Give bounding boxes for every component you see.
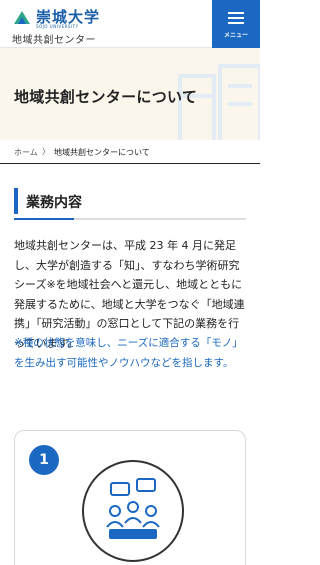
section-heading: 業務内容 (14, 188, 246, 220)
breadcrumb-home-link[interactable]: ホーム (14, 147, 38, 158)
breadcrumb: ホーム 〉 地域共創センターについて (0, 140, 260, 164)
card-number-badge: 1 (29, 445, 59, 475)
heading-accent-bar (14, 188, 18, 214)
meeting-people-icon (82, 460, 184, 562)
logo-center-name: 地域共創センター (12, 35, 96, 46)
hamburger-icon (228, 12, 244, 24)
site-logo[interactable]: 崇城大学 SOJO UNIVERSITY 地域共創センター (12, 6, 202, 46)
section-title: 業務内容 (26, 195, 82, 211)
service-card: 1 (14, 430, 246, 565)
menu-label: メニュー (223, 32, 248, 39)
heading-underline-accent (14, 218, 74, 220)
breadcrumb-current: 地域共創センターについて (54, 148, 150, 157)
logo-university-sub: SOJO UNIVERSITY (36, 24, 79, 29)
page-title: 地域共創センターについて (14, 88, 198, 106)
chevron-right-icon: 〉 (42, 147, 50, 156)
menu-button[interactable]: メニュー (212, 0, 260, 48)
section-note-text: ※種の状態を意味し、ニーズに適合する「モノ」を生み出す可能性やノウハウなどを指し… (14, 337, 243, 369)
site-header: 崇城大学 SOJO UNIVERSITY 地域共創センター メニュー (0, 0, 260, 48)
page-hero: 地域共創センターについて (0, 48, 260, 140)
university-logo-mark-icon (12, 8, 32, 28)
